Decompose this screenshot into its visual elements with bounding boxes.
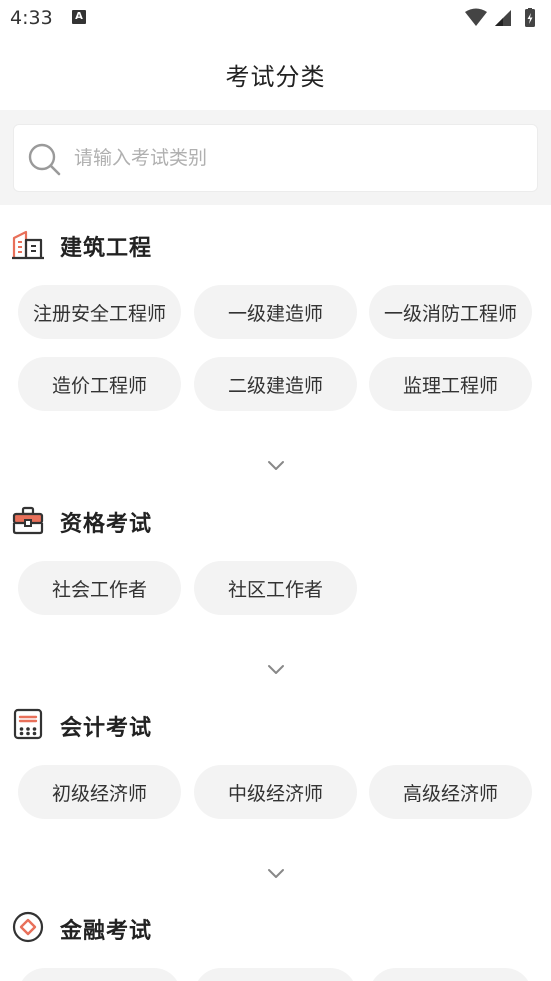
exam-chip[interactable] bbox=[194, 968, 357, 981]
search-box[interactable] bbox=[13, 124, 538, 192]
section-header: 金融考试 bbox=[0, 905, 551, 949]
status-bar: 4:33 A bbox=[0, 0, 551, 38]
search-area bbox=[0, 110, 551, 205]
section-title: 金融考试 bbox=[60, 919, 153, 944]
exam-chip[interactable] bbox=[369, 968, 532, 981]
building-icon bbox=[12, 230, 44, 260]
status-time: 4:33 bbox=[10, 7, 53, 29]
chevron-down-icon[interactable] bbox=[265, 663, 287, 677]
exam-chip[interactable]: 初级经济师 bbox=[18, 765, 181, 819]
exam-chip[interactable]: 注册安全工程师 bbox=[18, 285, 181, 339]
exam-chip[interactable]: 高级经济师 bbox=[369, 765, 532, 819]
chevron-down-icon[interactable] bbox=[265, 459, 287, 473]
exam-chip[interactable] bbox=[18, 968, 181, 981]
exam-chip[interactable]: 一级消防工程师 bbox=[369, 285, 532, 339]
exam-chip[interactable]: 社会工作者 bbox=[18, 561, 181, 615]
section-header: 会计考试 bbox=[0, 702, 551, 746]
wifi-icon bbox=[465, 8, 487, 26]
search-icon bbox=[28, 143, 61, 176]
exam-chip[interactable]: 一级建造师 bbox=[194, 285, 357, 339]
status-indicators bbox=[465, 8, 535, 27]
section-header: 建筑工程 bbox=[0, 222, 551, 266]
section-title: 资格考试 bbox=[60, 512, 153, 537]
section-header: 资格考试 bbox=[0, 498, 551, 542]
section-construction: 建筑工程 注册安全工程师 一级建造师 一级消防工程师 造价工程师 二级建造师 监… bbox=[0, 222, 551, 472]
exam-chip[interactable]: 中级经济师 bbox=[194, 765, 357, 819]
section-accounting: 会计考试 初级经济师 中级经济师 高级经济师 bbox=[0, 702, 551, 886]
briefcase-icon bbox=[12, 506, 44, 535]
search-input[interactable] bbox=[74, 125, 524, 191]
exam-chip[interactable]: 监理工程师 bbox=[369, 357, 532, 411]
section-finance: 金融考试 bbox=[0, 905, 551, 981]
exam-chip[interactable]: 造价工程师 bbox=[18, 357, 181, 411]
title-bar: 考试分类 bbox=[0, 38, 551, 110]
diamond-icon bbox=[12, 911, 44, 943]
section-title: 会计考试 bbox=[60, 716, 153, 741]
exam-chip[interactable]: 二级建造师 bbox=[194, 357, 357, 411]
exam-chip[interactable]: 社区工作者 bbox=[194, 561, 357, 615]
page-title: 考试分类 bbox=[225, 62, 326, 91]
notification-a-icon: A bbox=[72, 10, 86, 24]
chevron-down-icon[interactable] bbox=[265, 867, 287, 881]
section-qualification: 资格考试 社会工作者 社区工作者 bbox=[0, 498, 551, 678]
calculator-icon bbox=[13, 708, 43, 740]
section-title: 建筑工程 bbox=[60, 236, 153, 261]
